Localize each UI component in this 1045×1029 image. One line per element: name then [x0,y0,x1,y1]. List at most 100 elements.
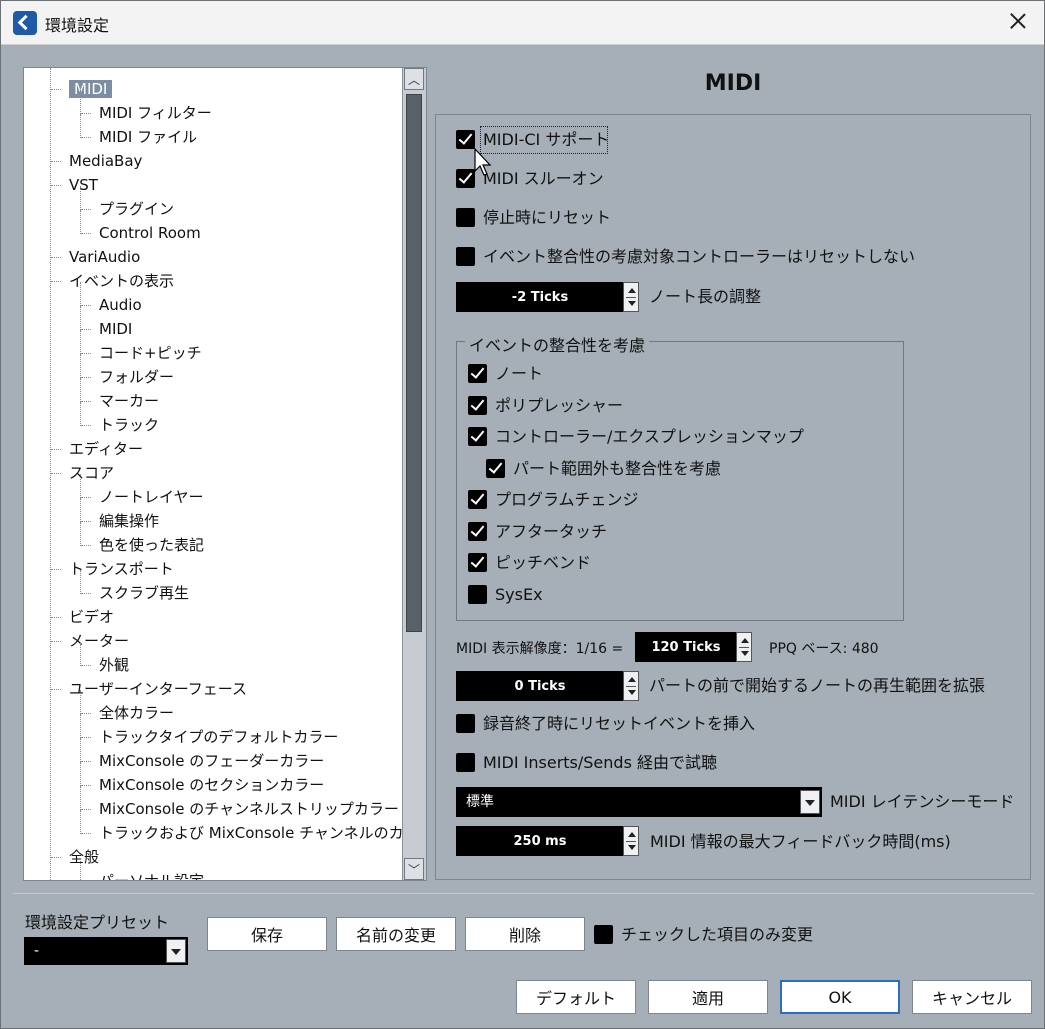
chase-controller-checkbox[interactable] [468,427,487,446]
tree-item[interactable]: MixConsole のフェーダーカラー [99,750,324,772]
chase-controller-label[interactable]: コントローラー/エクスプレッションマップ [495,427,804,447]
ok-button[interactable]: OK [780,980,900,1014]
tree-item-label: プラグイン [99,200,175,218]
tree-item[interactable]: イベントの表示 [69,270,174,292]
tree-item[interactable]: パーソナル設定 [99,870,204,880]
chase-program-label[interactable]: プログラムチェンジ [495,490,639,510]
apply-button[interactable]: 適用 [648,980,768,1014]
tree-item[interactable]: トラック [99,414,159,436]
display-resolution-label: MIDI 表示解像度：1/16 = [456,641,624,657]
tree-item[interactable]: フォルダー [99,366,174,388]
tree-connector-line [51,281,61,282]
tree-item[interactable]: VST [69,174,98,196]
midi-thru-label[interactable]: MIDI スルーオン [483,169,604,189]
tree-item[interactable]: VariAudio [69,246,140,268]
tree-item[interactable]: MIDI [99,318,132,340]
display-resolution-stepper[interactable] [736,632,752,662]
chase-program-checkbox[interactable] [468,490,487,509]
preset-select[interactable]: - [24,937,188,965]
tree-item[interactable]: 全般 [69,846,99,868]
tree-connector-line [80,858,81,880]
scroll-up-icon[interactable]: ︿ [404,68,424,90]
scroll-thumb[interactable] [406,94,422,632]
reset-on-stop-label[interactable]: 停止時にリセット [483,208,611,228]
tree-item-label: 外観 [99,656,130,674]
tree-item[interactable]: コード+ピッチ [99,342,202,364]
tree-connector-line [50,68,51,880]
close-icon[interactable] [1006,9,1030,33]
chevron-down-icon[interactable] [166,939,186,963]
no-reset-chase-label[interactable]: イベント整合性の考慮対象コントローラーはリセットしない [483,247,915,267]
display-resolution-field[interactable]: 120 Ticks [635,632,737,662]
chase-outside-part-checkbox[interactable] [486,459,505,478]
chase-outside-part-label[interactable]: パート範囲外も整合性を考慮 [513,459,721,479]
tree-item[interactable]: スコア [69,462,114,484]
extend-note-stepper[interactable] [623,671,639,701]
tree-item[interactable]: トラックおよび MixConsole チャンネルのカラー [99,822,426,844]
scroll-down-icon[interactable]: ﹀ [404,858,424,880]
tree-item[interactable]: MIDI フィルター [99,102,212,124]
default-button[interactable]: デフォルト [516,980,636,1014]
only-checked-checkbox[interactable] [594,925,613,944]
tree-item[interactable]: ユーザーインターフェース [69,678,247,700]
only-checked-label[interactable]: チェックした項目のみ変更 [621,925,813,945]
extend-note-field[interactable]: 0 Ticks [456,671,624,701]
tree-item[interactable]: ノートレイヤー [99,486,204,508]
tree-item[interactable]: MIDI [69,78,113,100]
note-length-stepper[interactable] [623,282,639,312]
chase-pitchbend-label[interactable]: ピッチベンド [495,553,591,573]
chase-sysex-label[interactable]: SysEx [495,585,543,605]
chase-notes-label[interactable]: ノート [495,364,543,384]
tree-item-label: マーカー [99,392,160,410]
tree-connector-line [81,545,91,546]
tree-item[interactable]: スクラブ再生 [99,582,189,604]
midi-ci-label[interactable]: MIDI-CI サポート [483,130,609,150]
rename-button[interactable]: 名前の変更 [336,917,456,951]
tree-item[interactable]: トランスポート [69,558,174,580]
tree-item[interactable]: メーター [69,630,129,652]
delete-button[interactable]: 削除 [465,917,585,951]
chevron-down-icon[interactable] [800,790,820,814]
tree-item[interactable]: ビデオ [69,606,114,628]
note-length-field[interactable]: -2 Ticks [456,282,624,312]
tree-item-label: 全体カラー [99,704,175,722]
tree-item[interactable]: トラックタイプのデフォルトカラー [99,726,338,748]
no-reset-chase-checkbox[interactable] [456,247,475,266]
tree-item-label: トラック [99,416,160,434]
audition-inserts-label[interactable]: MIDI Inserts/Sends 経由で試聴 [483,753,717,773]
tree-item[interactable]: エディター [69,438,143,460]
reset-on-stop-checkbox[interactable] [456,208,475,227]
tree-connector-line [81,593,91,594]
chase-aftertouch-label[interactable]: アフタータッチ [495,522,607,542]
tree-item[interactable]: 色を使った表記 [99,534,204,556]
tree-item[interactable]: MixConsole のセクションカラー [99,774,324,796]
chase-sysex-checkbox[interactable] [468,585,487,604]
latency-mode-select[interactable]: 標準 [456,787,822,817]
max-feedback-field[interactable]: 250 ms [456,826,624,856]
chase-aftertouch-checkbox[interactable] [468,522,487,541]
tree-item[interactable]: プラグイン [99,198,174,220]
tree-item[interactable]: マーカー [99,390,159,412]
cancel-button[interactable]: キャンセル [912,980,1032,1014]
tree-item[interactable]: 編集操作 [99,510,159,532]
save-button[interactable]: 保存 [207,917,327,951]
insert-reset-checkbox[interactable] [456,714,475,733]
tree-item[interactable]: 全体カラー [99,702,174,724]
insert-reset-label[interactable]: 録音終了時にリセットイベントを挿入 [483,714,755,734]
audition-inserts-checkbox[interactable] [456,753,475,772]
tree-item[interactable]: MixConsole のチャンネルストリップカラー [99,798,399,820]
tree-connector-line [80,498,81,522]
tree-item[interactable]: MIDI ファイル [99,126,197,148]
chase-polypressure-label[interactable]: ポリプレッシャー [495,396,623,416]
tree-item-label: 編集操作 [99,512,160,530]
chase-notes-checkbox[interactable] [468,364,487,383]
tree-scrollbar[interactable]: ︿ ﹀ [402,68,426,880]
tree-item[interactable]: 外観 [99,654,129,676]
chase-pitchbend-checkbox[interactable] [468,553,487,572]
tree-item[interactable]: MediaBay [69,150,142,172]
chase-polypressure-checkbox[interactable] [468,396,487,415]
tree-item[interactable]: Control Room [99,222,201,244]
tree-item[interactable]: Audio [99,294,142,316]
app-icon [13,11,37,35]
max-feedback-stepper[interactable] [623,826,639,856]
